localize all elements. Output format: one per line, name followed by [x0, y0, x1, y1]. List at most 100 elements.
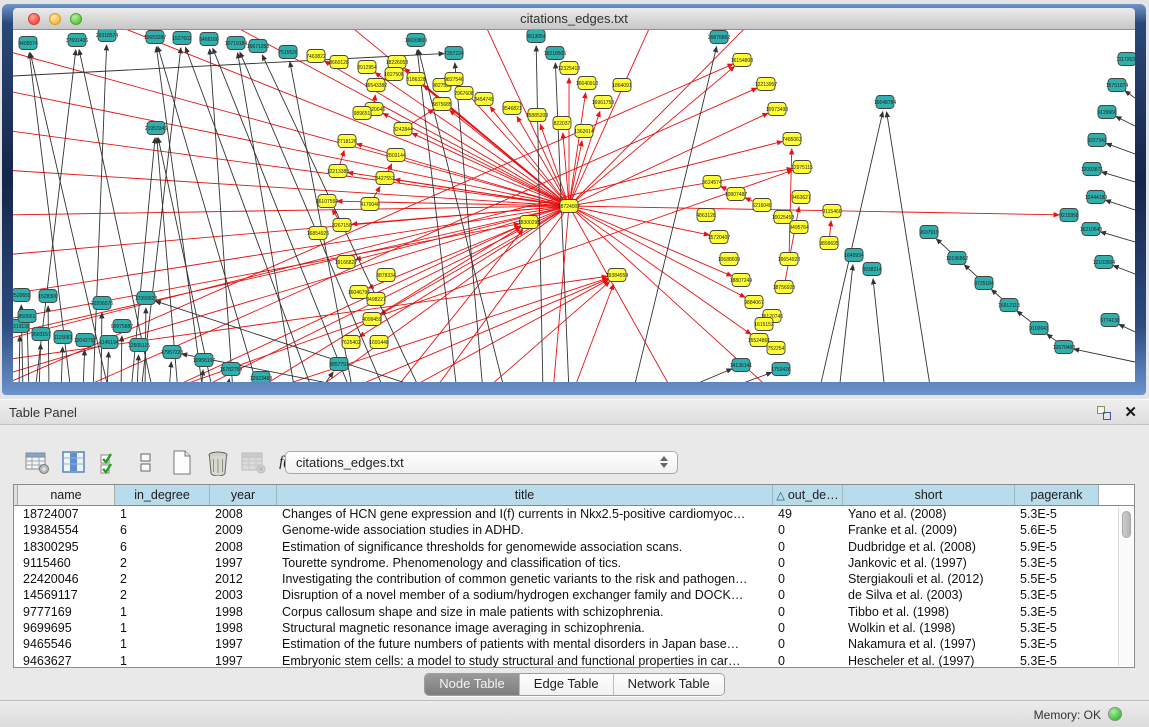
graph-node[interactable]: 8813054 — [526, 30, 546, 43]
graph-edge[interactable] — [169, 362, 171, 382]
graph-node[interactable]: 6216049 — [752, 199, 772, 212]
graph-node[interactable]: 9827546 — [444, 73, 464, 86]
new-table-button[interactable] — [168, 449, 195, 476]
graph-node[interactable]: 12213383 — [327, 165, 349, 178]
delete-table-button-disabled[interactable] — [240, 449, 267, 476]
table-cell[interactable]: 0 — [773, 539, 843, 555]
table-cell[interactable]: Franke et al. (2009) — [843, 522, 1015, 538]
table-cell[interactable]: 1 — [115, 604, 210, 620]
table-cell[interactable]: 1 — [115, 636, 210, 652]
graph-node[interactable]: 3242844 — [393, 123, 413, 136]
table-row[interactable]: 2242004622012Investigating the contribut… — [14, 571, 1134, 587]
table-cell[interactable]: Yano et al. (2008) — [843, 506, 1015, 522]
table-cell[interactable]: 9115460 — [18, 555, 115, 571]
table-settings-button[interactable] — [24, 449, 51, 476]
graph-node[interactable]: 9546821 — [502, 102, 522, 115]
graph-node[interactable]: 989651 — [353, 107, 371, 120]
table-cell[interactable]: 6 — [115, 539, 210, 555]
table-cell[interactable]: 9465546 — [18, 636, 115, 652]
graph-edge[interactable] — [677, 369, 732, 382]
graph-node[interactable]: 8660128 — [329, 56, 349, 69]
graph-node[interactable]: 1864091 — [612, 79, 632, 92]
table-cell[interactable]: Estimation of the future numbers of pati… — [277, 636, 773, 652]
graph-edge[interactable] — [1116, 116, 1135, 126]
table-row[interactable]: 911546021997Tourette syndrome. Phenomeno… — [14, 555, 1134, 571]
graph-node[interactable]: 21953346 — [145, 122, 167, 135]
graph-node[interactable]: 12093871 — [1081, 163, 1103, 176]
zoom-button[interactable] — [70, 13, 82, 25]
graph-edge[interactable] — [356, 206, 569, 260]
table-cell[interactable]: 1997 — [210, 555, 277, 571]
graph-node[interactable]: 8878334 — [376, 269, 396, 282]
tab-node-table[interactable]: Node Table — [425, 674, 520, 695]
graph-node[interactable]: 16912113 — [998, 299, 1020, 312]
graph-node[interactable]: 8186328 — [406, 73, 426, 86]
graph-node[interactable]: 8938214 — [862, 263, 882, 276]
graph-edge[interactable] — [1106, 143, 1135, 154]
graph-node[interactable]: 10958107 — [193, 354, 215, 367]
table-cell[interactable]: 5.3E-5 — [1015, 506, 1099, 522]
table-cell[interactable]: 5.3E-5 — [1015, 620, 1099, 636]
table-cell[interactable]: 5.5E-5 — [1015, 571, 1099, 587]
graph-node[interactable]: 1753426 — [771, 363, 791, 376]
graph-node[interactable]: 850561 — [18, 310, 36, 323]
graph-node[interactable]: 19218506 — [544, 47, 566, 60]
graph-edge[interactable] — [83, 350, 85, 382]
graph-node[interactable]: 9129966 — [1097, 106, 1117, 119]
graph-node[interactable]: 16107552 — [316, 195, 338, 208]
graph-node[interactable]: 19654923 — [778, 253, 800, 266]
graph-edge[interactable] — [569, 206, 673, 382]
graph-node[interactable]: 8725184 — [974, 277, 994, 290]
column-header-short[interactable]: short — [843, 485, 1015, 505]
graph-edge[interactable] — [163, 170, 793, 382]
graph-node[interactable]: 16961758 — [592, 96, 614, 109]
tab-edge-table[interactable]: Edge Table — [520, 674, 614, 695]
graph-node[interactable]: 4863128 — [696, 209, 716, 222]
graph-edge[interactable] — [1105, 200, 1135, 210]
graph-edge[interactable] — [48, 306, 49, 382]
graph-node[interactable]: 16782759 — [220, 363, 242, 376]
graph-node[interactable]: 16648784 — [874, 96, 896, 109]
network-view-canvas[interactable]: 9405574376914062031857410653287152760264… — [13, 30, 1135, 382]
table-cell[interactable]: 1997 — [210, 653, 277, 668]
table-cell[interactable]: 2008 — [210, 506, 277, 522]
table-cell[interactable]: 1998 — [210, 620, 277, 636]
table-cell[interactable]: 2012 — [210, 571, 277, 587]
graph-node[interactable]: 10196862 — [946, 252, 968, 265]
citation-network-graph[interactable]: 9405574376914062031857410653287152760264… — [13, 30, 1135, 382]
table-cell[interactable]: Corpus callosum shape and size in male p… — [277, 604, 773, 620]
table-cell[interactable]: 0 — [773, 522, 843, 538]
graph-node[interactable]: 17957223 — [161, 346, 183, 359]
column-header-out_de[interactable]: △out_de… — [773, 485, 843, 505]
table-cell[interactable]: 22420046 — [18, 571, 115, 587]
table-cell[interactable]: 0 — [773, 636, 843, 652]
table-cell[interactable]: 0 — [773, 653, 843, 668]
graph-node[interactable]: 1827506 — [384, 68, 404, 81]
graph-edge[interactable] — [210, 49, 233, 382]
graph-node[interactable]: 1527602 — [172, 32, 192, 45]
close-button[interactable] — [28, 13, 40, 25]
graph-node[interactable]: 7357224 — [444, 47, 464, 60]
delete-rows-button[interactable] — [204, 449, 231, 476]
graph-node[interactable]: 2803144 — [386, 149, 406, 162]
table-cell[interactable]: 1998 — [210, 604, 277, 620]
table-cell[interactable]: 2 — [115, 587, 210, 603]
table-row[interactable]: 946362711997Embryonic stem cells: a mode… — [14, 653, 1134, 668]
graph-node[interactable]: 8267150 — [332, 219, 352, 232]
graph-node[interactable]: 1528300 — [38, 290, 58, 303]
table-cell[interactable]: 19384554 — [18, 522, 115, 538]
graph-edge[interactable] — [13, 54, 444, 76]
table-cell[interactable]: 9777169 — [18, 604, 115, 620]
graph-node[interactable]: 3624574 — [702, 176, 722, 189]
table-cell[interactable]: 1 — [115, 620, 210, 636]
table-cell[interactable]: Hescheler et al. (1997) — [843, 653, 1015, 668]
tab-network-table[interactable]: Network Table — [614, 674, 724, 695]
table-row[interactable]: 969969511998Structural magnetic resonanc… — [14, 620, 1134, 636]
graph-node[interactable]: 5875685 — [432, 98, 452, 111]
graph-node[interactable]: 7625402 — [341, 336, 361, 349]
table-cell[interactable]: 9463627 — [18, 653, 115, 668]
table-cell[interactable]: 1 — [115, 506, 210, 522]
graph-node[interactable]: 16854925 — [307, 227, 329, 240]
graph-node[interactable]: 10973493 — [766, 103, 788, 116]
table-row[interactable]: 1872400712008Changes of HCN gene express… — [14, 506, 1134, 522]
